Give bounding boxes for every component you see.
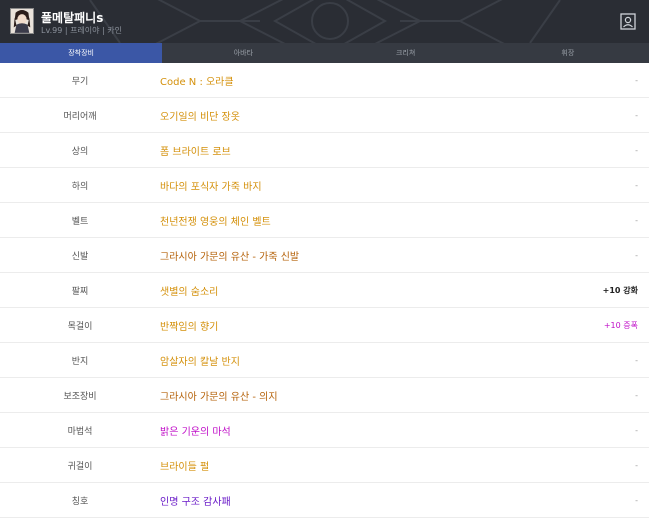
- equipment-row-sub-equipment[interactable]: 보조장비 그라시아 가문의 유산 - 의지 -: [0, 378, 649, 413]
- slot-label: 상의: [71, 146, 89, 157]
- item-extra: -: [635, 250, 638, 260]
- item-extra: -: [635, 460, 638, 470]
- equipment-tabs: 장착장비 아바타 크리쳐 휘장: [0, 43, 649, 63]
- equipment-row-belt[interactable]: 벨트 천년전쟁 영웅의 체인 벨트 -: [0, 203, 649, 238]
- equipment-row-earring[interactable]: 귀걸이 브라이들 펄 -: [0, 448, 649, 483]
- slot-label: 팔찌: [71, 286, 89, 297]
- item-extra: -: [635, 110, 638, 120]
- character-avatar: [10, 8, 34, 34]
- equipment-row-magic-stone[interactable]: 마법석 밝은 기운의 마석 -: [0, 413, 649, 448]
- item-extra: -: [635, 355, 638, 365]
- item-extra: -: [635, 390, 638, 400]
- slot-label: 목걸이: [67, 321, 93, 332]
- item-name[interactable]: 밝은 기운의 마석: [160, 423, 518, 438]
- item-extra: -: [635, 180, 638, 190]
- item-name[interactable]: 브라이들 펄: [160, 458, 518, 473]
- slot-label: 칭호: [71, 496, 89, 507]
- equipment-row-necklace[interactable]: 목걸이 반짝임의 향기 +10 증폭: [0, 308, 649, 343]
- item-extra: -: [635, 215, 638, 225]
- item-extra: -: [635, 495, 638, 505]
- slot-label: 벨트: [71, 216, 89, 227]
- item-name[interactable]: 반짝임의 향기: [160, 318, 518, 333]
- equipment-list: 무기 Code N : 오라클 - 머리어깨 오기일의 비단 장옷 - 상의 폼…: [0, 63, 649, 518]
- item-name[interactable]: 샛별의 숨소리: [160, 283, 518, 298]
- item-name[interactable]: 그라시아 가문의 유산 - 의지: [160, 388, 518, 403]
- character-avatar-icon: [11, 9, 33, 33]
- item-name[interactable]: 폼 브라이트 로브: [160, 143, 518, 158]
- equipment-row-weapon[interactable]: 무기 Code N : 오라클 -: [0, 63, 649, 98]
- item-name[interactable]: 암살자의 칼날 반지: [160, 353, 518, 368]
- item-extra: -: [635, 145, 638, 155]
- character-header: 풀메탈패니s Lv.99 | 프레이야 | 카인: [0, 0, 649, 43]
- slot-label: 반지: [71, 356, 89, 367]
- profile-card-icon[interactable]: [620, 13, 636, 30]
- item-name[interactable]: 오기일의 비단 장옷: [160, 108, 518, 123]
- item-extra: -: [635, 425, 638, 435]
- character-name: 풀메탈패니s: [41, 11, 104, 25]
- tab-insignia[interactable]: 휘장: [487, 43, 649, 63]
- equipment-row-shoes[interactable]: 신발 그라시아 가문의 유산 - 가죽 신발 -: [0, 238, 649, 273]
- equipment-row-bottom[interactable]: 하의 바다의 포식자 가죽 바지 -: [0, 168, 649, 203]
- tab-creature[interactable]: 크리쳐: [325, 43, 487, 63]
- slot-label: 마법석: [67, 426, 93, 437]
- equipment-row-top[interactable]: 상의 폼 브라이트 로브 -: [0, 133, 649, 168]
- item-amplification: +10 증폭: [603, 320, 638, 330]
- slot-label: 하의: [71, 181, 89, 192]
- slot-label: 귀걸이: [67, 461, 93, 472]
- tab-equipment[interactable]: 장착장비: [0, 43, 163, 63]
- item-name[interactable]: 그라시아 가문의 유산 - 가죽 신발: [160, 248, 518, 263]
- slot-label: 보조장비: [63, 391, 97, 402]
- equipment-row-head-shoulder[interactable]: 머리어깨 오기일의 비단 장옷 -: [0, 98, 649, 133]
- slot-label: 신발: [71, 251, 89, 262]
- equipment-row-bracelet[interactable]: 팔찌 샛별의 숨소리 +10 강화: [0, 273, 649, 308]
- equipment-row-title[interactable]: 칭호 인명 구조 감사패 -: [0, 483, 649, 518]
- item-name[interactable]: Code N : 오라클: [160, 73, 518, 88]
- slot-label: 무기: [71, 76, 89, 87]
- item-enhancement: +10 강화: [602, 285, 638, 295]
- character-info: Lv.99 | 프레이야 | 카인: [41, 26, 123, 35]
- tab-avatar[interactable]: 아바타: [162, 43, 324, 63]
- item-name[interactable]: 천년전쟁 영웅의 체인 벨트: [160, 213, 518, 228]
- item-name[interactable]: 바다의 포식자 가죽 바지: [160, 178, 518, 193]
- item-extra: -: [635, 75, 638, 85]
- item-name[interactable]: 인명 구조 감사패: [160, 493, 518, 508]
- equipment-row-ring[interactable]: 반지 암살자의 칼날 반지 -: [0, 343, 649, 378]
- slot-label: 머리어깨: [63, 111, 97, 122]
